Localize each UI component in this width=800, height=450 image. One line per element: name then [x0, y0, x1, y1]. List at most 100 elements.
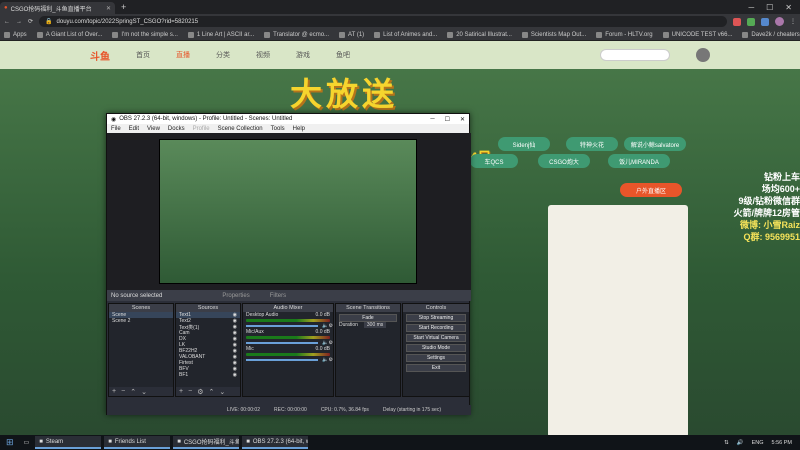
bookmark-item[interactable]: Apps: [4, 31, 27, 38]
streamer-pill[interactable]: Sidenj仙: [498, 137, 550, 151]
properties-button[interactable]: Properties: [222, 293, 249, 299]
bookmark-item[interactable]: A Giant List of Over...: [36, 31, 102, 38]
add-icon[interactable]: +: [112, 388, 116, 395]
site-search-input[interactable]: [600, 49, 670, 61]
add-icon[interactable]: +: [179, 388, 183, 395]
volume-slider[interactable]: [246, 325, 319, 327]
maximize-icon[interactable]: ☐: [766, 3, 773, 12]
site-logo[interactable]: 斗鱼: [90, 48, 110, 63]
remove-icon[interactable]: −: [121, 388, 125, 395]
streamer-pill[interactable]: 车QCS: [470, 154, 518, 168]
streamer-pill[interactable]: CSGO炮大: [538, 154, 590, 168]
start-recording-button[interactable]: Start Recording: [406, 324, 466, 332]
exit-button[interactable]: Exit: [406, 364, 466, 372]
windows-start-icon[interactable]: ⊞: [2, 437, 18, 448]
clock[interactable]: 5:56 PM: [772, 440, 792, 446]
transitions-dock: Scene Transitions Fade Duration 300 ms: [335, 303, 401, 397]
gear-icon[interactable]: ⚙: [197, 388, 203, 396]
back-icon[interactable]: ←: [4, 19, 10, 25]
favicon-icon: ●: [4, 5, 8, 11]
taskbar-item[interactable]: ■ Steam: [35, 436, 102, 449]
scene-item[interactable]: Scene 2: [109, 318, 173, 324]
bookmark-item[interactable]: AT (1): [339, 31, 365, 38]
dock-title: Controls: [403, 304, 469, 312]
menu-item[interactable]: Scene Collection: [218, 126, 263, 132]
transition-select[interactable]: Fade: [339, 314, 397, 322]
taskbar-label: Friends List: [114, 438, 146, 445]
maximize-icon[interactable]: ☐: [445, 116, 450, 123]
close-icon[interactable]: ✕: [460, 116, 465, 123]
menu-icon[interactable]: ⋮: [790, 18, 796, 25]
filters-button[interactable]: Filters: [270, 293, 286, 299]
extension-icon[interactable]: [733, 17, 741, 26]
extension-icon[interactable]: [747, 17, 755, 26]
eye-icon[interactable]: ◉: [233, 372, 240, 378]
studio-mode-button[interactable]: Studio Mode: [406, 344, 466, 352]
tab-title: CSGO抢码福利_斗鱼直播平台: [10, 6, 92, 13]
menu-item[interactable]: Help: [293, 126, 305, 132]
move-up-icon[interactable]: ⌃: [130, 388, 136, 396]
gear-icon[interactable]: ⚙: [329, 357, 333, 363]
bookmark-item[interactable]: Forum - HLTV.org: [596, 31, 653, 38]
forward-icon[interactable]: →: [16, 19, 22, 25]
remove-icon[interactable]: −: [188, 388, 192, 395]
bookmark-item[interactable]: List of Animes and...: [374, 31, 437, 38]
browser-tab[interactable]: ● CSGO抢码福利_斗鱼直播平台 ✕: [0, 2, 115, 14]
task-view-icon[interactable]: ▭: [21, 439, 33, 446]
minimize-icon[interactable]: ─: [748, 3, 754, 12]
volume-slider[interactable]: [246, 359, 319, 361]
mixer-channel-row: Mic/Aux 0.0 dB: [243, 329, 333, 335]
bookmark-item[interactable]: I'm not the simple s...: [112, 31, 178, 38]
menu-item[interactable]: Docks: [168, 126, 185, 132]
nav-item-0[interactable]: 首页: [136, 50, 150, 60]
streamer-pill[interactable]: 户外直播区: [620, 183, 682, 197]
streamer-pill[interactable]: 特神火花: [566, 137, 618, 151]
preview-canvas[interactable]: [159, 139, 417, 284]
bookmark-item[interactable]: 20 Satirical Illustrat...: [447, 31, 512, 38]
bookmark-item[interactable]: Scientists Map Out...: [521, 31, 586, 38]
bookmark-item[interactable]: Dave2k / cheaters...: [742, 31, 800, 38]
address-bar[interactable]: 🔒 douyu.com/topic/2022SpringST_CSGO?rid=…: [39, 16, 727, 27]
menu-item[interactable]: Tools: [271, 126, 285, 132]
nav-item-1[interactable]: 直播: [176, 50, 190, 60]
menu-item[interactable]: View: [147, 126, 160, 132]
bookmark-item[interactable]: Translator @ ecmo...: [264, 31, 329, 38]
nav-item-3[interactable]: 视频: [256, 50, 270, 60]
close-icon[interactable]: ✕: [106, 5, 111, 12]
extension-icon[interactable]: [761, 17, 769, 26]
browser-tab-strip: ● CSGO抢码福利_斗鱼直播平台 ✕ + ─ ☐ ✕: [0, 0, 800, 14]
close-window-icon[interactable]: ✕: [785, 3, 792, 12]
streamer-pill[interactable]: 饭儿MIRANDA: [608, 154, 670, 168]
avatar[interactable]: [696, 48, 710, 62]
taskbar-item[interactable]: ■CSGO抢码福利_斗鱼...: [173, 436, 240, 449]
nav-item-2[interactable]: 分类: [216, 50, 230, 60]
nav-item-4[interactable]: 游戏: [296, 50, 310, 60]
taskbar-item[interactable]: ■OBS 27.2.3 (64-bit, wi...: [242, 436, 309, 449]
settings-button[interactable]: Settings: [406, 354, 466, 362]
streamer-pill[interactable]: 解说小鲸salvatore: [624, 137, 686, 151]
minimize-icon[interactable]: ─: [430, 116, 434, 123]
duration-input[interactable]: 300 ms: [363, 322, 387, 328]
network-icon[interactable]: ⇅: [724, 440, 729, 446]
profile-avatar[interactable]: [775, 17, 784, 26]
bookmark-item[interactable]: UNICODE TEST v66...: [662, 31, 732, 38]
language-indicator[interactable]: ENG: [752, 440, 764, 446]
nav-item-5[interactable]: 鱼吧: [336, 50, 350, 60]
move-up-icon[interactable]: ⌃: [208, 388, 214, 396]
bookmark-item[interactable]: 1 Line Art | ASCII ar...: [187, 31, 254, 38]
stop-streaming-button[interactable]: Stop Streaming: [406, 314, 466, 322]
reload-icon[interactable]: ⟳: [28, 18, 33, 25]
menu-item[interactable]: Profile: [193, 126, 210, 132]
bookmark-label: AT (1): [348, 31, 365, 38]
volume-slider[interactable]: [246, 342, 319, 344]
volume-icon[interactable]: 🔊: [737, 440, 744, 446]
taskbar-item[interactable]: ■ Friends List: [104, 436, 171, 449]
move-down-icon[interactable]: ⌄: [141, 388, 147, 396]
move-down-icon[interactable]: ⌄: [219, 388, 225, 396]
obs-preview[interactable]: [107, 133, 471, 290]
menu-item[interactable]: File: [111, 126, 121, 132]
new-tab-icon[interactable]: +: [121, 2, 126, 12]
start-virtual-camera-button[interactable]: Start Virtual Camera: [406, 334, 466, 342]
menu-item[interactable]: Edit: [129, 126, 139, 132]
source-item[interactable]: BF1 ◉: [176, 372, 240, 378]
